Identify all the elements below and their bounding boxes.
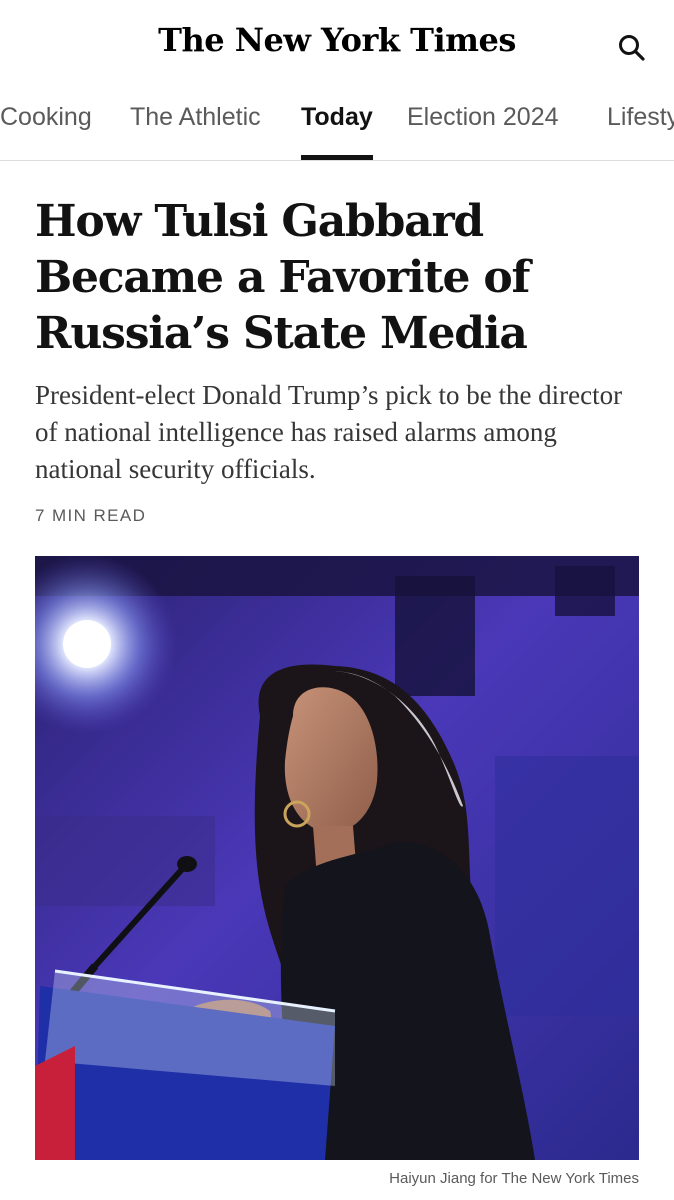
tab-the-athletic[interactable]: The Athletic — [130, 100, 261, 160]
tab-cooking[interactable]: Cooking — [0, 100, 92, 160]
article-summary: President-elect Donald Trump’s pick to b… — [35, 380, 623, 484]
search-button[interactable] — [612, 30, 652, 66]
masthead: The New York Times — [0, 0, 674, 86]
photo-credit: Haiyun Jiang for The New York Times — [389, 1170, 639, 1187]
tab-lifestyle[interactable]: Lifesty — [607, 100, 674, 160]
speaker-at-podium-image — [35, 556, 639, 1160]
tab-election-2024[interactable]: Election 2024 — [407, 100, 559, 160]
article-headline[interactable]: How Tulsi Gabbard Became a Favorite of R… — [35, 194, 645, 362]
section-nav: Cooking The Athletic Today Election 2024… — [0, 86, 674, 161]
article-photo[interactable] — [35, 556, 639, 1160]
search-icon — [619, 35, 645, 61]
nyt-logo[interactable]: The New York Times — [0, 18, 674, 62]
read-time: 7 MIN READ — [35, 506, 147, 525]
tab-today[interactable]: Today — [301, 100, 373, 160]
